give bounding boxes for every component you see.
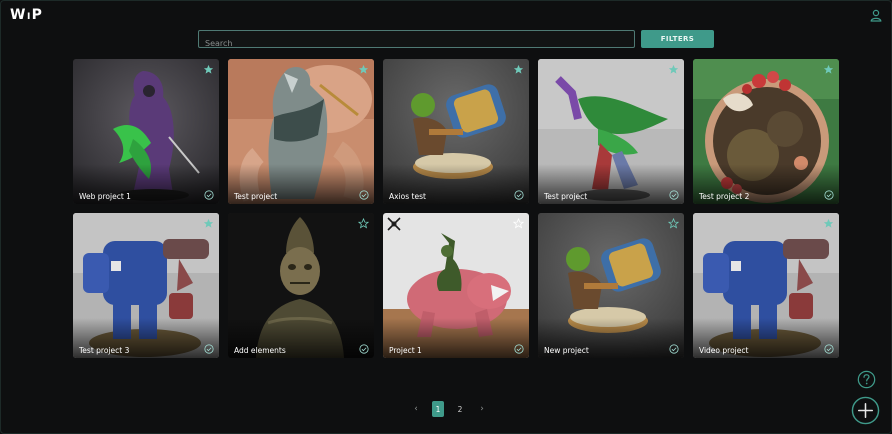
project-title: Test project — [544, 192, 588, 201]
page-button-2[interactable]: 2 — [454, 401, 466, 417]
logo-letter: W — [10, 7, 26, 23]
project-card[interactable]: New project — [538, 213, 684, 358]
page-button-1[interactable]: 1 — [432, 401, 444, 417]
project-card[interactable]: Web project 1 — [73, 59, 219, 204]
check-circle-icon — [514, 190, 524, 200]
project-card[interactable]: Test project — [228, 59, 374, 204]
project-title: New project — [544, 346, 589, 355]
plus-icon[interactable] — [851, 396, 880, 425]
user-icon[interactable] — [870, 9, 882, 22]
check-circle-icon — [824, 190, 834, 200]
project-title: Axios test — [389, 192, 426, 201]
project-title: Test project 3 — [79, 346, 130, 355]
next-page-button[interactable]: › — [476, 401, 488, 417]
star-icon[interactable] — [823, 64, 834, 75]
search-box — [198, 30, 635, 52]
check-circle-icon — [824, 344, 834, 354]
logo-letter: P — [31, 7, 43, 23]
star-icon[interactable] — [668, 64, 679, 75]
star-icon[interactable] — [358, 218, 369, 229]
check-circle-icon — [359, 190, 369, 200]
project-title: Video project — [699, 346, 749, 355]
project-card[interactable]: Test project 2 — [693, 59, 839, 204]
star-icon[interactable] — [823, 218, 834, 229]
check-circle-icon — [669, 344, 679, 354]
help-icon[interactable] — [857, 370, 876, 389]
search-input[interactable] — [199, 35, 634, 52]
check-circle-icon — [669, 190, 679, 200]
app-logo[interactable]: WIP — [10, 7, 42, 23]
check-circle-icon — [359, 344, 369, 354]
check-circle-icon — [204, 344, 214, 354]
prev-page-button[interactable]: ‹ — [410, 401, 422, 417]
project-grid: Web project 1 Test project Axios test Te… — [73, 59, 839, 358]
check-circle-icon — [204, 190, 214, 200]
crossed-tools-icon — [387, 217, 401, 231]
star-icon[interactable] — [203, 218, 214, 229]
project-title: Add elements — [234, 346, 286, 355]
project-title: Test project — [234, 192, 278, 201]
check-circle-icon — [514, 344, 524, 354]
filters-button[interactable]: FILTERS — [641, 30, 714, 48]
project-title: Test project 2 — [699, 192, 750, 201]
star-icon[interactable] — [668, 218, 679, 229]
star-icon[interactable] — [513, 218, 524, 229]
project-card[interactable]: Project 1 — [383, 213, 529, 358]
project-title: Web project 1 — [79, 192, 131, 201]
project-card[interactable]: Axios test — [383, 59, 529, 204]
project-card[interactable]: Test project 3 — [73, 213, 219, 358]
project-card[interactable]: Add elements — [228, 213, 374, 358]
project-title: Project 1 — [389, 346, 422, 355]
logo-letter: I — [26, 11, 31, 22]
pagination: ‹ 1 2 › — [410, 401, 488, 417]
star-icon[interactable] — [513, 64, 524, 75]
project-card[interactable]: Test project — [538, 59, 684, 204]
project-card[interactable]: Video project — [693, 213, 839, 358]
star-icon[interactable] — [203, 64, 214, 75]
star-icon[interactable] — [358, 64, 369, 75]
